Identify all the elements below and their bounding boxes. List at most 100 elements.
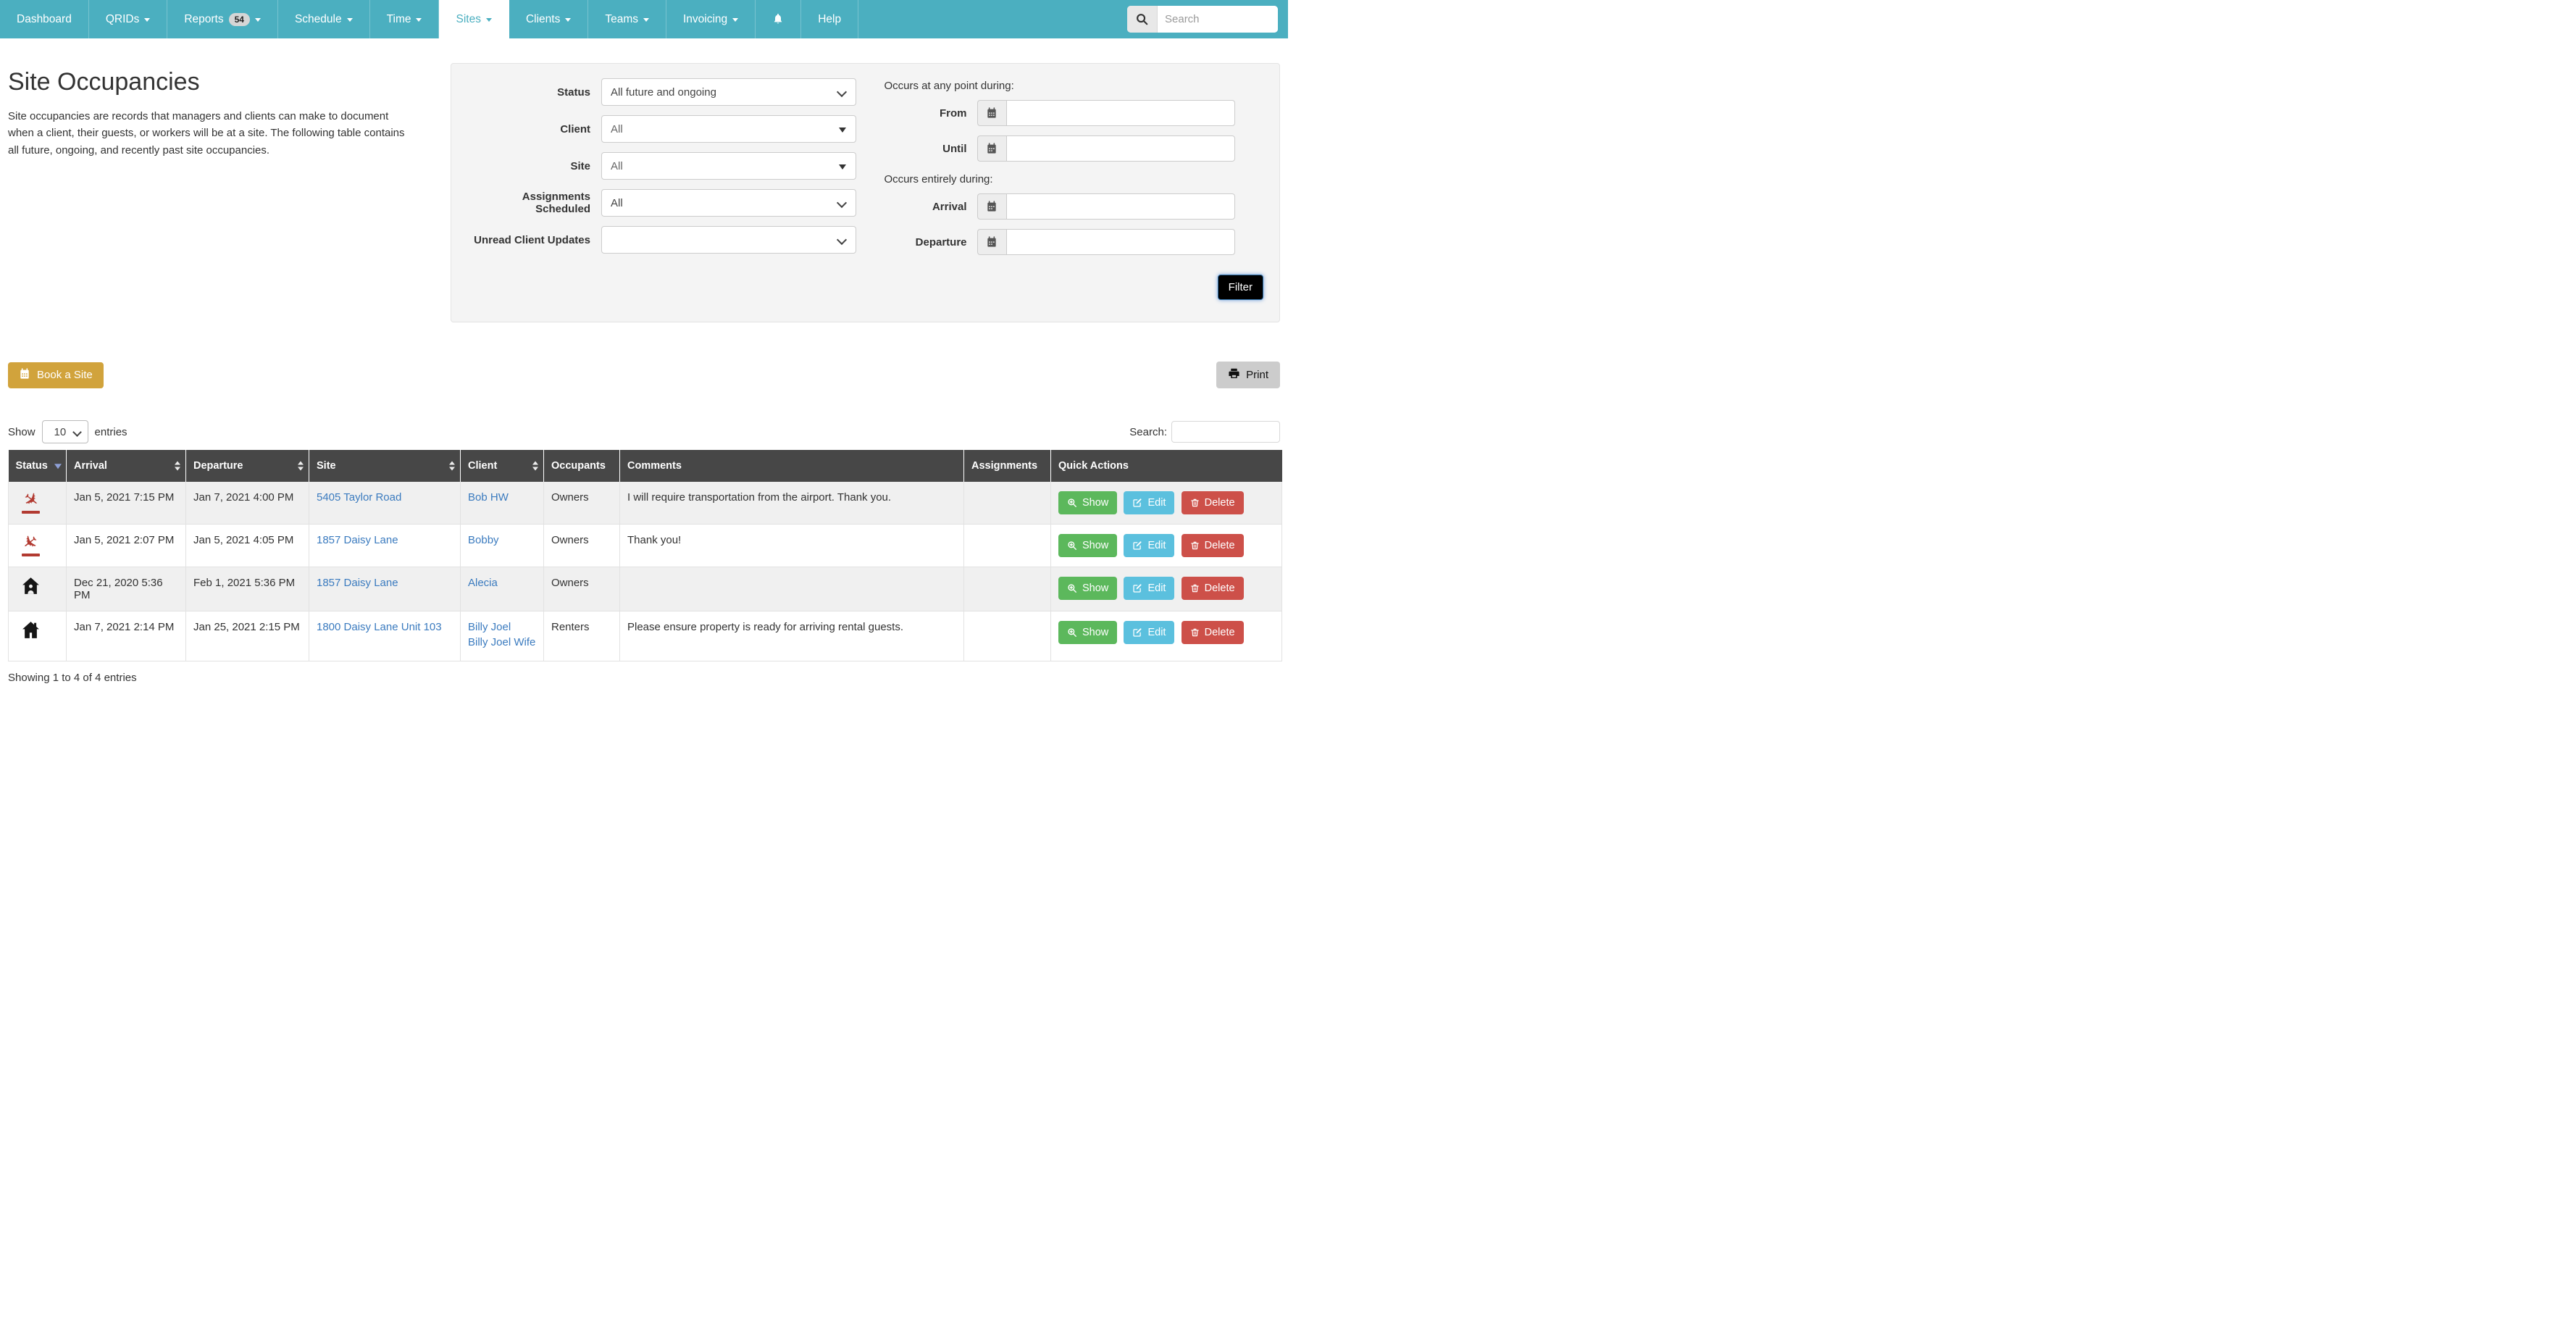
delete-button[interactable]: Delete: [1182, 491, 1244, 514]
departure-date-group: [977, 229, 1235, 255]
table-controls: Show 10 entries Search:: [8, 420, 1280, 443]
client-link[interactable]: Bob HW: [468, 491, 536, 504]
plane-arrival-icon: ✈: [22, 491, 40, 514]
sort-icon: [532, 462, 538, 471]
chevron-down-icon: [486, 18, 492, 22]
departure-date-label: Departure: [885, 236, 977, 249]
occupants-cell: Owners: [544, 525, 620, 567]
quick-actions-cell: Show Edit Delete: [1051, 611, 1282, 661]
site-link[interactable]: 1800 Daisy Lane Unit 103: [317, 621, 442, 633]
client-filter-label: Client: [467, 123, 601, 135]
departure-date-input[interactable]: [1006, 229, 1235, 255]
plane-departure-icon: ✈: [22, 534, 40, 556]
house-icon: [21, 621, 41, 639]
site-filter-label: Site: [467, 160, 601, 172]
column-header-arrival[interactable]: Arrival: [67, 450, 186, 482]
column-header-assignments: Assignments: [964, 450, 1051, 482]
printer-icon: [1228, 367, 1240, 383]
calendar-icon: [19, 368, 30, 383]
show-button[interactable]: Show: [1058, 491, 1117, 514]
client-link[interactable]: Bobby: [468, 534, 536, 546]
nav-item-sites[interactable]: Sites: [439, 0, 509, 38]
edit-button[interactable]: Edit: [1124, 534, 1174, 557]
nav-item-clients[interactable]: Clients: [509, 0, 588, 38]
site-cell: 1857 Daisy Lane: [309, 567, 461, 611]
nav-item-teams[interactable]: Teams: [588, 0, 666, 38]
nav-item-schedule[interactable]: Schedule: [278, 0, 370, 38]
table-row: Jan 7, 2021 2:14 PM Jan 25, 2021 2:15 PM…: [9, 611, 1282, 661]
delete-button[interactable]: Delete: [1182, 534, 1244, 557]
chevron-down-icon: [416, 18, 422, 22]
site-link[interactable]: 5405 Taylor Road: [317, 491, 401, 504]
client-link[interactable]: Alecia: [468, 577, 536, 589]
sort-icon: [175, 462, 180, 471]
arrival-date-label: Arrival: [885, 201, 977, 213]
global-search-input[interactable]: [1158, 6, 1278, 33]
client-cell: Billy Joel Billy Joel Wife: [461, 611, 544, 661]
edit-pencil-icon: [1132, 498, 1142, 508]
departure-cell: Jan 7, 2021 4:00 PM: [186, 482, 309, 525]
nav-item-notifications[interactable]: [756, 0, 801, 38]
nav-item-invoicing[interactable]: Invoicing: [666, 0, 756, 38]
column-header-departure[interactable]: Departure: [186, 450, 309, 482]
global-search: [1127, 6, 1278, 33]
show-button[interactable]: Show: [1058, 534, 1117, 557]
page-length-select[interactable]: 10: [42, 420, 88, 443]
arrival-cell: Dec 21, 2020 5:36 PM: [67, 567, 186, 611]
nav-item-dashboard[interactable]: Dashboard: [0, 0, 89, 38]
table-row: Dec 21, 2020 5:36 PM Feb 1, 2021 5:36 PM…: [9, 567, 1282, 611]
delete-button[interactable]: Delete: [1182, 577, 1244, 600]
site-link[interactable]: 1857 Daisy Lane: [317, 577, 398, 589]
column-header-client[interactable]: Client: [461, 450, 544, 482]
nav-item-reports[interactable]: Reports 54: [167, 0, 278, 38]
from-date-input[interactable]: [1006, 100, 1235, 126]
book-a-site-button[interactable]: Book a Site: [8, 362, 104, 388]
edit-pencil-icon: [1132, 540, 1142, 551]
magnifier-plus-icon: [1067, 627, 1077, 638]
site-filter-select[interactable]: All: [601, 152, 856, 180]
until-date-input[interactable]: [1006, 135, 1235, 162]
edit-button[interactable]: Edit: [1124, 577, 1174, 600]
client-link[interactable]: Billy Joel: [468, 621, 536, 633]
table-search-input[interactable]: [1171, 421, 1280, 443]
arrival-date-input[interactable]: [1006, 193, 1235, 220]
chevron-down-icon: [732, 18, 738, 22]
calendar-icon: [977, 229, 1006, 255]
search-icon[interactable]: [1127, 6, 1158, 33]
show-button[interactable]: Show: [1058, 577, 1117, 600]
status-filter-select[interactable]: All future and ongoing: [601, 78, 856, 106]
arrival-cell: Jan 7, 2021 2:14 PM: [67, 611, 186, 661]
nav-item-qrids[interactable]: QRIDs: [89, 0, 168, 38]
comments-cell: I will require transportation from the a…: [620, 482, 964, 525]
print-button[interactable]: Print: [1216, 362, 1280, 388]
magnifier-plus-icon: [1067, 583, 1077, 593]
trash-icon: [1190, 498, 1200, 508]
calendar-icon: [977, 100, 1006, 126]
table-summary: Showing 1 to 4 of 4 entries: [8, 672, 1280, 684]
comments-cell: Please ensure property is ready for arri…: [620, 611, 964, 661]
delete-button[interactable]: Delete: [1182, 621, 1244, 644]
client-link[interactable]: Billy Joel Wife: [468, 636, 536, 648]
column-header-status[interactable]: Status: [9, 450, 67, 482]
assignments-cell: [964, 482, 1051, 525]
from-date-label: From: [885, 107, 977, 120]
unread-updates-filter-select[interactable]: [601, 226, 856, 254]
edit-button[interactable]: Edit: [1124, 621, 1174, 644]
show-button[interactable]: Show: [1058, 621, 1117, 644]
filter-button[interactable]: Filter: [1218, 275, 1263, 300]
table-row: ✈ Jan 5, 2021 7:15 PM Jan 7, 2021 4:00 P…: [9, 482, 1282, 525]
status-cell: [9, 567, 67, 611]
main-content: Site Occupancies Site occupancies are re…: [0, 38, 1288, 684]
column-header-site[interactable]: Site: [309, 450, 461, 482]
site-cell: 1800 Daisy Lane Unit 103: [309, 611, 461, 661]
nav-item-help[interactable]: Help: [801, 0, 858, 38]
site-link[interactable]: 1857 Daisy Lane: [317, 534, 398, 546]
client-filter-select[interactable]: All: [601, 115, 856, 143]
edit-button[interactable]: Edit: [1124, 491, 1174, 514]
quick-actions-cell: Show Edit Delete: [1051, 482, 1282, 525]
column-header-comments: Comments: [620, 450, 964, 482]
assignments-filter-select[interactable]: All: [601, 189, 856, 217]
nav-item-time[interactable]: Time: [370, 0, 440, 38]
client-cell: Alecia: [461, 567, 544, 611]
occupancies-table: Status Arrival Departure Site Client Occ…: [8, 450, 1282, 661]
